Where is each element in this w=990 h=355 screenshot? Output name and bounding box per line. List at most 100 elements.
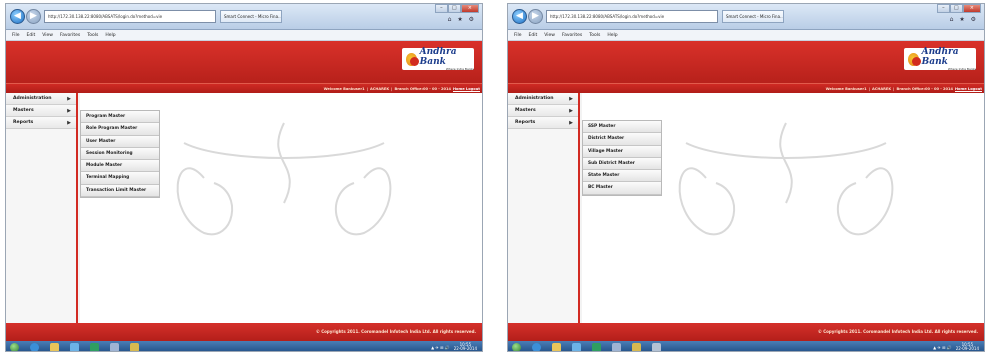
chart-app-icon[interactable]: [90, 342, 99, 351]
window-controls: – □ ×: [937, 4, 981, 13]
submenu-sub-district-master[interactable]: Sub District Master: [583, 157, 661, 171]
app-icon[interactable]: [130, 342, 139, 351]
welcome-strip: Welcome Bankuser1 | ACHAREK | Branch Office:…: [508, 83, 984, 93]
sidebar-item-reports[interactable]: Reports ▶: [6, 117, 76, 129]
start-button-icon[interactable]: [10, 342, 19, 351]
forward-button[interactable]: ▶: [26, 9, 41, 24]
clock[interactable]: 10:55 22-09-2014: [454, 343, 477, 351]
browser-tab[interactable]: Smart Connect - Micro Fina...: [220, 10, 282, 23]
welcome-branch: Branch Office:00 - 00 - 2014: [896, 87, 954, 91]
menu-favorites[interactable]: Favorites: [60, 30, 80, 40]
logout-link[interactable]: Home Logout: [955, 87, 982, 91]
menu-help[interactable]: Help: [105, 30, 115, 40]
submenu-program-master[interactable]: Program Master: [81, 111, 159, 124]
submenu-state-master[interactable]: State Master: [583, 170, 661, 183]
minimize-icon[interactable]: –: [937, 4, 950, 13]
sidebar-item-label: Administration: [515, 96, 554, 101]
submenu-ssp-master[interactable]: SSP Master: [583, 121, 661, 134]
address-bar[interactable]: http://172.30.138.22:8080/ABSATS/login.d…: [546, 10, 718, 23]
submenu-terminal-mapping[interactable]: Terminal Mapping: [81, 172, 159, 185]
tray-icons[interactable]: ▲ ✈ ⊞ 🔊: [933, 345, 952, 350]
chevron-right-icon: ▶: [569, 96, 573, 102]
chevron-right-icon: ▶: [67, 96, 71, 102]
sidebar-item-label: Administration: [13, 96, 52, 101]
sidebar-item-reports[interactable]: Reports ▶: [508, 117, 578, 129]
back-button[interactable]: ◀: [10, 9, 25, 24]
app-icon[interactable]: [632, 342, 641, 351]
chevron-right-icon: ▶: [67, 120, 71, 126]
sidebar-item-label: Reports: [515, 120, 536, 125]
close-icon[interactable]: ×: [460, 4, 479, 13]
welcome-greeting: Welcome Bankuser1: [323, 87, 365, 91]
screenshot-panel-left: ◀ ▶ http://172.30.138.22:8080/ABSATS/log…: [5, 3, 483, 352]
submenu-module-master[interactable]: Module Master: [81, 160, 159, 173]
clock[interactable]: 10:55 22-09-2014: [956, 343, 979, 351]
sidebar-item-administration[interactable]: Administration ▶: [508, 93, 578, 105]
folder-icon[interactable]: [50, 342, 59, 351]
logo-name: Andhra Bank: [921, 47, 959, 67]
logo-tagline: Where India Banks: [445, 67, 474, 71]
menu-file[interactable]: File: [514, 30, 522, 40]
app-icon[interactable]: [652, 342, 661, 351]
browser-tab[interactable]: Smart Connect - Micro Fina...: [722, 10, 784, 23]
submenu-user-master[interactable]: User Master: [81, 135, 159, 148]
sidebar-item-administration[interactable]: Administration ▶: [6, 93, 76, 105]
menu-view[interactable]: View: [544, 30, 555, 40]
submenu-district-master[interactable]: District Master: [583, 133, 661, 146]
menu-tools[interactable]: Tools: [87, 30, 98, 40]
submenu-village-master[interactable]: Village Master: [583, 145, 661, 158]
screenshot-panel-right: ◀ ▶ http://172.30.138.22:8080/ABSATS/log…: [507, 3, 985, 352]
home-star-gear-icons[interactable]: ⌂ ★ ⚙: [448, 16, 476, 23]
submenu-session-monitoring[interactable]: Session Monitoring: [81, 147, 159, 161]
logo-tagline: Where India Banks: [947, 67, 976, 71]
sidebar-item-label: Masters: [13, 108, 34, 113]
menu-file[interactable]: File: [12, 30, 20, 40]
maximize-icon[interactable]: □: [447, 4, 461, 13]
floral-watermark-icon: [678, 122, 894, 236]
sidebar: Administration ▶ Masters ▶ Reports ▶: [508, 93, 580, 323]
chart-app-icon[interactable]: [592, 342, 601, 351]
tray-icons[interactable]: ▲ ✈ ⊞ 🔊: [431, 345, 450, 350]
back-button[interactable]: ◀: [512, 9, 527, 24]
browser-menu-bar: File Edit View Favorites Tools Help: [6, 30, 482, 41]
folder-icon[interactable]: [552, 342, 561, 351]
sidebar-item-masters[interactable]: Masters ▶: [6, 105, 76, 117]
chevron-right-icon: ▶: [67, 108, 71, 114]
page-header: Andhra Bank Where India Banks: [508, 41, 984, 83]
submenu-transaction-limit-master[interactable]: Transaction Limit Master: [81, 184, 159, 198]
page-footer: © Copyrights 2011. Coromandel Infotech I…: [508, 323, 984, 341]
start-button-icon[interactable]: [512, 342, 521, 351]
home-star-gear-icons[interactable]: ⌂ ★ ⚙: [950, 16, 978, 23]
sidebar-item-masters[interactable]: Masters ▶: [508, 105, 578, 117]
logout-link[interactable]: Home Logout: [453, 87, 480, 91]
forward-button[interactable]: ▶: [528, 9, 543, 24]
browser-menu-bar: File Edit View Favorites Tools Help: [508, 30, 984, 41]
submenu-bc-master[interactable]: BC Master: [583, 182, 661, 195]
menu-favorites[interactable]: Favorites: [562, 30, 582, 40]
sidebar: Administration ▶ Masters ▶ Reports ▶: [6, 93, 78, 323]
menu-edit[interactable]: Edit: [27, 30, 36, 40]
chevron-right-icon: ▶: [569, 120, 573, 126]
browser-title-bar: ◀ ▶ http://172.30.138.22:8080/ABSATS/log…: [508, 4, 984, 30]
maximize-icon[interactable]: □: [949, 4, 963, 13]
close-icon[interactable]: ×: [962, 4, 981, 13]
app-icon[interactable]: [110, 342, 119, 351]
logo-name: Andhra Bank: [419, 47, 457, 67]
submenu-role-program-master[interactable]: Role Program Master: [81, 123, 159, 136]
app-icon[interactable]: [612, 342, 621, 351]
welcome-greeting: Welcome Bankuser1: [825, 87, 867, 91]
menu-view[interactable]: View: [42, 30, 53, 40]
internet-explorer-icon[interactable]: [532, 342, 541, 351]
internet-explorer-icon[interactable]: [30, 342, 39, 351]
masters-submenu: SSP Master District Master Village Maste…: [582, 120, 662, 196]
menu-edit[interactable]: Edit: [529, 30, 538, 40]
menu-help[interactable]: Help: [607, 30, 617, 40]
menu-tools[interactable]: Tools: [589, 30, 600, 40]
windows-taskbar: ▲ ✈ ⊞ 🔊 10:55 22-09-2014: [508, 341, 984, 351]
bank-logo-icon: [908, 52, 921, 66]
minimize-icon[interactable]: –: [435, 4, 448, 13]
tool-icon[interactable]: [70, 342, 79, 351]
tool-icon[interactable]: [572, 342, 581, 351]
address-bar[interactable]: http://172.30.138.22:8080/ABSATS/login.d…: [44, 10, 216, 23]
system-tray: ▲ ✈ ⊞ 🔊 10:55 22-09-2014: [431, 341, 477, 351]
